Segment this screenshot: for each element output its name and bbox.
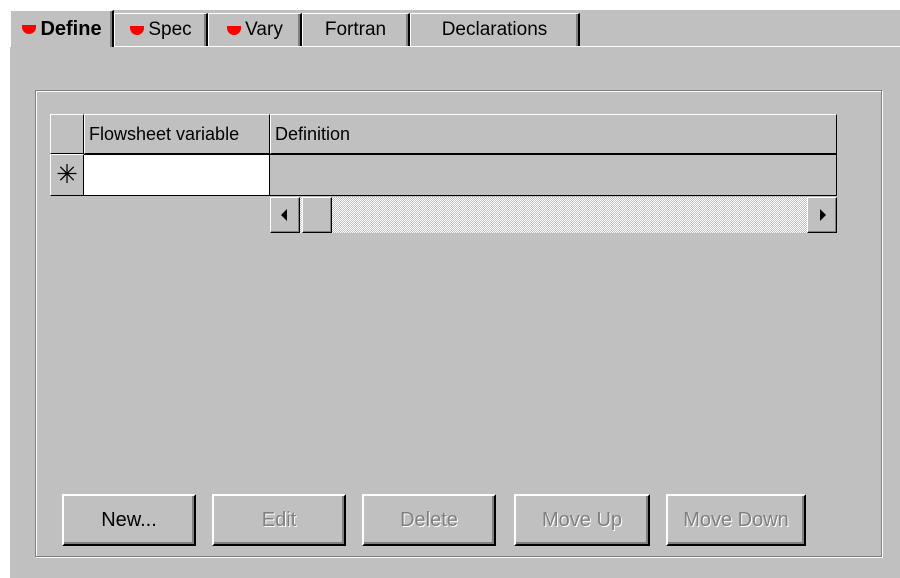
column-header-definition[interactable]: Definition [270, 114, 837, 154]
tab-baseline [10, 46, 900, 47]
move-down-button[interactable]: Move Down [666, 494, 806, 546]
move-up-button[interactable]: Move Up [514, 494, 650, 546]
tab-spec[interactable]: Spec [114, 13, 208, 46]
new-button[interactable]: New... [62, 494, 196, 546]
tab-fortran[interactable]: Fortran [302, 13, 410, 46]
flowsheet-variable-cell[interactable] [84, 154, 270, 196]
tab-define[interactable]: Define [10, 10, 114, 47]
incomplete-indicator-icon [21, 22, 37, 36]
tab-label: Fortran [324, 19, 387, 40]
new-row-marker-icon[interactable]: ✳ [50, 154, 84, 196]
arrow-right-icon [820, 209, 826, 221]
arrow-left-icon [281, 209, 287, 221]
tab-declarations[interactable]: Declarations [410, 13, 580, 46]
horizontal-scrollbar[interactable] [270, 197, 837, 233]
tab-label: Vary [245, 19, 283, 40]
grid-corner[interactable] [50, 114, 84, 154]
column-header-flowsheet-variable[interactable]: Flowsheet variable [84, 114, 270, 154]
tab-label: Declarations [441, 19, 548, 40]
incomplete-indicator-icon [129, 23, 145, 37]
tab-label: Define [40, 17, 102, 40]
incomplete-indicator-icon [226, 23, 242, 37]
tab-vary[interactable]: Vary [208, 13, 302, 46]
delete-button[interactable]: Delete [362, 494, 496, 546]
definition-cell[interactable] [270, 154, 837, 196]
scroll-left-button[interactable] [270, 197, 300, 233]
design-spec-dialog: Define Spec Vary Fortran Declarations Fl… [0, 0, 900, 578]
scrollbar-thumb[interactable] [302, 197, 332, 233]
edit-button[interactable]: Edit [212, 494, 346, 546]
tab-label: Spec [148, 19, 192, 40]
scroll-right-button[interactable] [807, 197, 837, 233]
